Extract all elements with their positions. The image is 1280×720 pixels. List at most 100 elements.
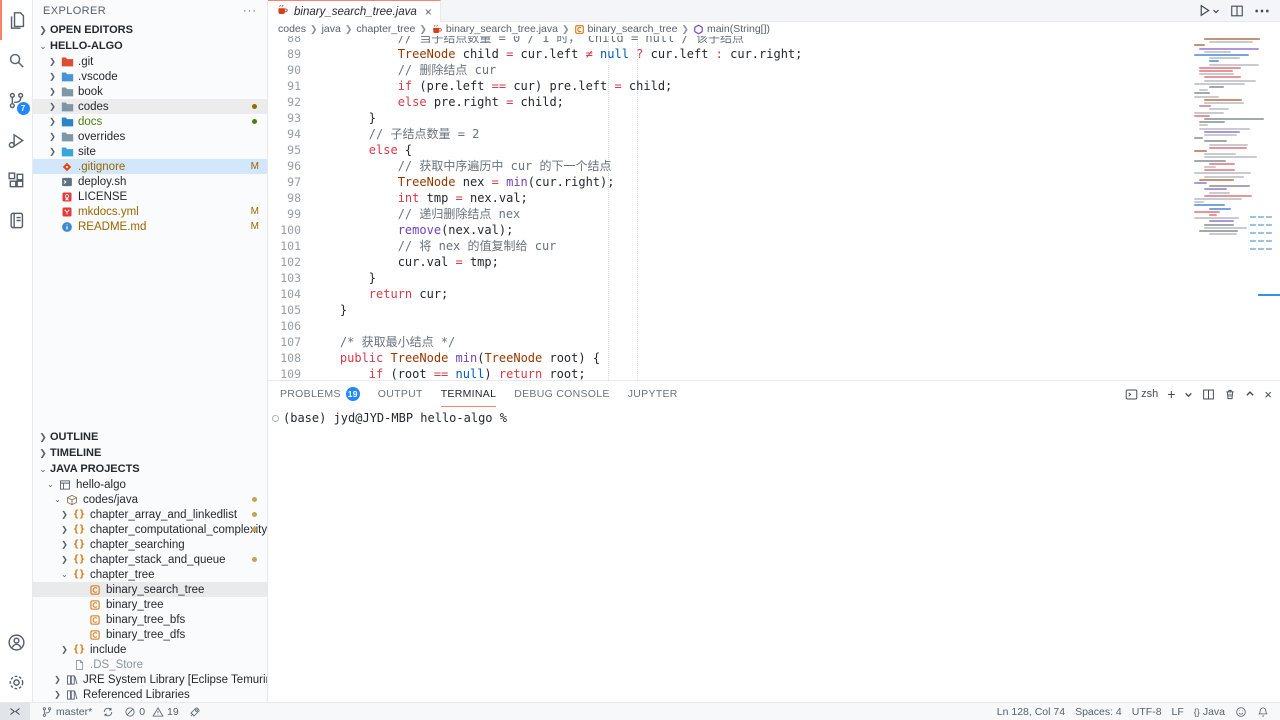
java-project-item-hello-algo[interactable]: ⌄hello-algo [33,477,267,492]
explorer-item-deploy-sh[interactable]: deploy.sh [33,174,267,189]
folder-docs-icon [59,115,75,128]
sidebar-title: EXPLORER [43,5,106,17]
java-project-item-codes-java[interactable]: ⌄codes/java [33,492,267,507]
settings-gear-icon[interactable] [0,662,33,702]
problems-status[interactable]: 0 19 [119,703,184,720]
class-icon [87,583,103,596]
code-editor[interactable]: 88 // 当子结点数量 = 0 / 1 时， child = null / 该… [268,36,1280,380]
breadcrumb-separator: ❯ [562,24,570,35]
overview-cursor-mark [1258,294,1280,296]
source-control-icon[interactable]: 7 [0,80,33,120]
remote-indicator[interactable] [0,703,30,720]
close-panel-button[interactable]: × [1264,387,1272,402]
kill-terminal-button[interactable] [1224,388,1236,401]
panel-tab-jupyter[interactable]: JUPYTER [628,381,678,407]
tab-close-icon[interactable]: × [425,5,432,19]
breadcrumb-item-main-string-[interactable]: main(String[]) [693,23,770,35]
explorer-item-site[interactable]: ❯site [33,144,267,159]
java-project-item-binary-tree-bfs[interactable]: binary_tree_bfs [33,612,267,627]
java-project-item-chapter-tree[interactable]: ⌄{}chapter_tree [33,567,267,582]
search-icon[interactable] [0,40,33,80]
breadcrumb-item-java[interactable]: java [322,23,341,35]
java-project-item-chapter-array-and-linkedlist[interactable]: ❯{}chapter_array_and_linkedlist [33,507,267,522]
modified-dot-badge [252,512,257,517]
notifications-bell-icon[interactable] [1252,703,1274,720]
breadcrumb-item-chapter-tree[interactable]: chapter_tree [356,23,415,35]
java-project-item-include[interactable]: ❯{}include [33,642,267,657]
java-project-item-chapter-stack-and-queue[interactable]: ❯{}chapter_stack_and_queue [33,552,267,567]
chevron-right-icon: ❯ [46,102,59,111]
explorer-item-readme-md[interactable]: README.mdM [33,219,267,234]
split-terminal-button[interactable] [1202,388,1215,401]
explorer-item--git[interactable]: ❯.git [33,54,267,69]
terminal-content[interactable]: (base) jyd@JYD-MBP hello-algo % [268,407,1280,702]
language-mode-status[interactable]: {} Java [1189,703,1230,720]
indentation-status[interactable]: Spaces: 4 [1070,703,1127,720]
cursor-position-status[interactable]: Ln 128, Col 74 [992,703,1070,720]
explorer-file-tree: ❯.git❯.vscode❯book❯codes❯docs❯overrides❯… [33,54,267,234]
folder-vscode-icon [59,70,75,83]
run-button[interactable] [1197,3,1220,18]
feedback-icon[interactable] [1230,703,1252,720]
activity-bar: 7 [0,0,33,702]
java-project-item-binary-tree-dfs[interactable]: binary_tree_dfs [33,627,267,642]
explorer-item--gitignore[interactable]: .gitignoreM [33,159,267,174]
tab-binary-search-tree[interactable]: binary_search_tree.java × [268,0,441,22]
panel-tab-problems[interactable]: PROBLEMS19 [280,381,360,407]
outline-header[interactable]: ❯OUTLINE [33,429,267,445]
java-status-rocket-icon[interactable] [184,703,206,720]
explorer-item-book[interactable]: ❯book [33,84,267,99]
tree-item-label: .vscode [78,71,118,83]
sync-status[interactable] [97,703,119,720]
encoding-status[interactable]: UTF-8 [1127,703,1167,720]
open-editors-header[interactable]: ❯OPEN EDITORS [33,22,267,38]
java-project-item-chapter-computational-complexity[interactable]: ❯{}chapter_computational_complexity [33,522,267,537]
java-project-item-binary-search-tree[interactable]: binary_search_tree [33,582,267,597]
eol-status[interactable]: LF [1167,703,1189,720]
tree-item-label: chapter_array_and_linkedlist [90,509,237,521]
explorer-icon[interactable] [0,0,33,40]
explorer-item-codes[interactable]: ❯codes [33,99,267,114]
explorer-item-docs[interactable]: ❯docs [33,114,267,129]
chevron-right-icon: ❯ [46,132,59,141]
new-terminal-button[interactable]: + [1167,386,1175,402]
code-line-99: 99 // 递归删除结点 nex [268,206,1190,222]
braces-icon: {} [71,508,87,521]
explorer-item-mkdocs-yml[interactable]: mkdocs.ymlM [33,204,267,219]
minimap[interactable] [1192,36,1272,380]
tree-item-label: hello-algo [76,479,126,491]
panel-tab-output[interactable]: OUTPUT [378,381,423,407]
extensions-icon[interactable] [0,160,33,200]
java-project-item-chapter-searching[interactable]: ❯{}chapter_searching [33,537,267,552]
code-line-108: 108 public TreeNode min(TreeNode root) { [268,350,1190,366]
java-project-item-jre-system-library-eclipse-temurin-17-17-[interactable]: ❯JRE System Library [Eclipse Temurin 17 … [33,672,267,687]
line-number: 91 [268,78,301,94]
explorer-item-license[interactable]: LICENSE [33,189,267,204]
notebook-icon[interactable] [0,200,33,240]
code-line-95: 95 else { [268,142,1190,158]
breadcrumb-item-codes[interactable]: codes [278,23,306,35]
java-project-item--ds-store[interactable]: .DS_Store [33,657,267,672]
split-editor-button[interactable] [1230,4,1244,18]
timeline-header[interactable]: ❯TIMELINE [33,445,267,461]
terminal-shell-icon[interactable]: zsh [1125,388,1158,401]
explorer-item-overrides[interactable]: ❯overrides [33,129,267,144]
gitignore-icon [59,160,75,173]
branch-status[interactable]: master* [36,703,97,720]
explorer-more-actions[interactable]: ··· [243,5,257,17]
explorer-item--vscode[interactable]: ❯.vscode [33,69,267,84]
panel-tab-debug-console[interactable]: DEBUG CONSOLE [514,381,610,407]
workspace-root-header[interactable]: ⌄HELLO-ALGO [33,38,267,54]
shell-dropdown-chevron[interactable] [1184,390,1193,399]
account-icon[interactable] [0,622,33,662]
java-project-item-referenced-libraries[interactable]: ❯Referenced Libraries [33,687,267,702]
line-number: 104 [268,286,301,302]
run-debug-icon[interactable] [0,120,33,160]
breadcrumb-item-binary-search-tree-java[interactable]: binary_search_tree.java [431,23,558,35]
java-project-item-binary-tree[interactable]: binary_tree [33,597,267,612]
panel-tab-terminal[interactable]: TERMINAL [441,381,497,407]
more-actions-button[interactable]: ⋯ [1254,1,1270,21]
breadcrumb-item-binary-search-tree[interactable]: binary_search_tree [574,23,678,35]
maximize-panel-button[interactable] [1245,389,1255,399]
java-projects-header[interactable]: ⌄JAVA PROJECTS [33,461,267,477]
